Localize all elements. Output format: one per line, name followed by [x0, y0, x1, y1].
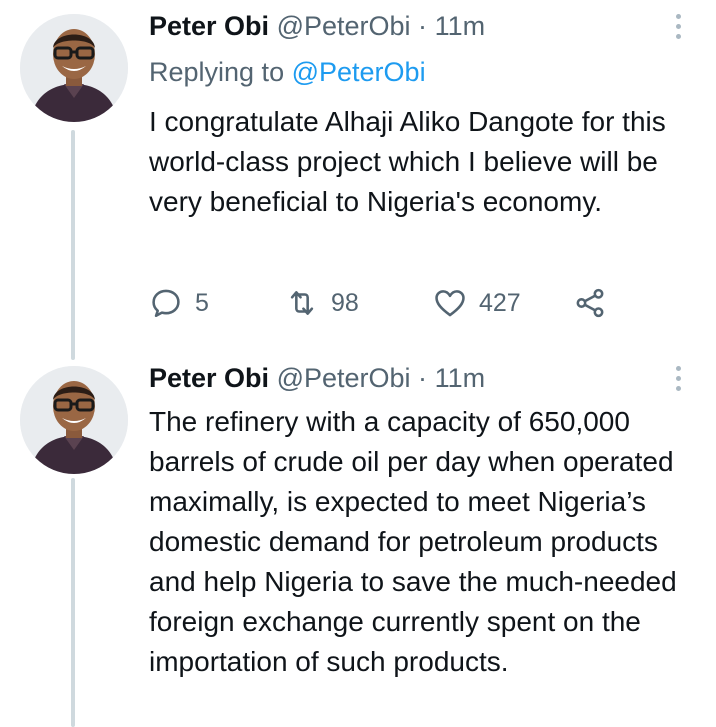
- reply-icon: [152, 289, 180, 318]
- more-options-icon[interactable]: [672, 14, 684, 44]
- tweet-text: I congratulate Alhaji Aliko Dangote for …: [149, 106, 666, 217]
- author-name[interactable]: Peter Obi: [149, 11, 269, 41]
- like-count: 427: [479, 288, 521, 317]
- tweet[interactable]: Peter Obi @PeterObi · 11m The refinery w…: [0, 352, 716, 727]
- retweet-icon: [290, 291, 314, 315]
- replying-to: Replying to @PeterObi: [149, 54, 426, 90]
- heart-icon: [435, 290, 465, 317]
- share-button[interactable]: [573, 281, 607, 325]
- replying-to-handle-link[interactable]: @PeterObi: [292, 57, 426, 87]
- separator: ·: [418, 11, 428, 41]
- separator: ·: [418, 363, 428, 393]
- author-handle[interactable]: @PeterObi: [277, 11, 411, 41]
- tweet-header: Peter Obi @PeterObi · 11m: [149, 8, 485, 44]
- timestamp[interactable]: 11m: [435, 363, 486, 393]
- author-name[interactable]: Peter Obi: [149, 363, 269, 393]
- like-button[interactable]: 427: [433, 281, 521, 325]
- reply-count: 5: [195, 288, 209, 317]
- author-handle[interactable]: @PeterObi: [277, 363, 411, 393]
- avatar[interactable]: [20, 366, 128, 474]
- retweet-count: 98: [331, 288, 359, 317]
- timestamp[interactable]: 11m: [435, 11, 486, 41]
- replying-to-label: Replying to: [149, 57, 285, 87]
- retweet-button[interactable]: 98: [285, 281, 359, 325]
- tweet-actions: 5 98 427: [149, 281, 709, 325]
- more-options-icon[interactable]: [672, 366, 684, 396]
- share-icon: [576, 288, 604, 318]
- reply-button[interactable]: 5: [149, 281, 209, 325]
- profile-photo-icon: [20, 366, 128, 474]
- tweet[interactable]: Peter Obi @PeterObi · 11m Replying to @P…: [0, 0, 716, 352]
- tweet-header: Peter Obi @PeterObi · 11m: [149, 360, 485, 396]
- avatar[interactable]: [20, 14, 128, 122]
- tweet-text: The refinery with a capacity of 650,000 …: [149, 406, 677, 677]
- profile-photo-icon: [20, 14, 128, 122]
